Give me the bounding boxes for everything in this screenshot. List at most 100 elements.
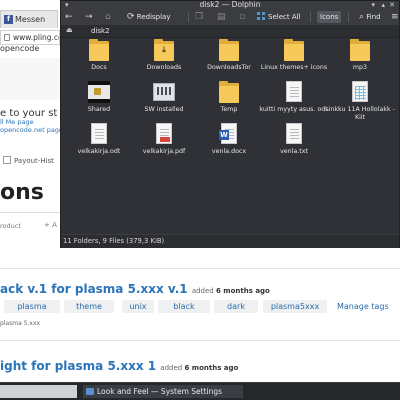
taskbar-item-label: Look and Feel — System Settings — [97, 387, 223, 396]
close-icon[interactable]: ✕ — [389, 1, 395, 9]
folder-icon — [219, 39, 239, 61]
file-name: velkakirja.pdf — [142, 148, 186, 155]
toolbar-separator — [310, 12, 311, 22]
tag-black[interactable]: black — [158, 300, 210, 313]
bookmark-item[interactable]: opencode — [0, 44, 39, 53]
lock-icon — [4, 34, 10, 41]
folder-icon — [89, 39, 109, 61]
tag-theme[interactable]: theme — [64, 300, 114, 313]
text-file-icon — [284, 123, 304, 145]
divider — [0, 212, 60, 213]
file-name: mp3 — [352, 64, 368, 71]
delete-icon[interactable]: ▫ — [239, 11, 245, 23]
file-item[interactable]: velkakirja.pdf — [127, 123, 201, 171]
profile-link[interactable]: ll Me page — [0, 118, 34, 126]
meta-prefix: added — [191, 287, 214, 295]
taskbar-active-item[interactable] — [0, 385, 77, 398]
divider — [0, 340, 400, 341]
product-meta: added 6 months ago — [160, 364, 238, 372]
tag-plasma5xxx[interactable]: plasma5xxx — [263, 300, 327, 313]
tag-dark[interactable]: dark — [214, 300, 258, 313]
facebook-icon: f — [4, 15, 13, 24]
redisplay-button[interactable]: ⟳ Redisplay — [127, 11, 171, 23]
menu-icon[interactable]: ≡ — [391, 11, 399, 23]
divider — [0, 268, 400, 269]
meta-time: 6 months ago — [216, 287, 270, 295]
folder-icon — [284, 39, 304, 61]
file-item[interactable]: kuitti myyty asus. ods — [257, 81, 331, 129]
toolbar: ← → ⌂ ⟳ Redisplay ❐ ▤ ▫ Select All Icons… — [61, 9, 399, 25]
select-all-button[interactable]: Select All — [257, 11, 301, 23]
folder-download-icon: ⤓ — [154, 39, 174, 61]
file-name: DownloadsTor — [207, 64, 251, 71]
meta-time: 6 months ago — [184, 364, 239, 372]
file-item[interactable]: velkakirja.odt — [62, 123, 136, 171]
product-column-header[interactable]: roduct — [0, 222, 21, 230]
document-icon — [89, 123, 109, 145]
sw-image-icon — [153, 81, 175, 103]
minimize-icon[interactable]: ▾ — [371, 1, 375, 9]
file-item[interactable]: venla.txt — [257, 123, 331, 171]
manage-tags-link[interactable]: Manage tags — [337, 300, 389, 313]
dolphin-window: ▾ disk2 — Dolphin ▾ ▴ ✕ ← → ⌂ ⟳ Redispla… — [60, 0, 400, 248]
file-name: Linux themes+ icons — [260, 64, 328, 71]
opencode-link[interactable]: opencode.net page — [0, 126, 63, 134]
eject-icon[interactable]: ⏏ — [66, 26, 73, 34]
file-item[interactable]: Temp — [192, 81, 266, 129]
file-name: Linkku 11A Hollolakk - Kiit — [325, 106, 395, 121]
file-view: Docs ⤓ Downloads DownloadsTor Linux themes+ … — [61, 39, 399, 234]
product-title[interactable]: ack v.1 for plasma 5.xxx v.1 added 6 mon… — [0, 282, 270, 296]
folder-icon — [219, 81, 239, 103]
file-name: Docs — [91, 64, 107, 71]
file-item[interactable]: Wvenla.docx — [192, 123, 266, 171]
tag-list: Manage tags plasma theme unix black dark plas… — [0, 300, 400, 314]
add-product-button[interactable]: + A — [44, 221, 57, 229]
window-titlebar[interactable]: ▾ disk2 — Dolphin ▾ ▴ ✕ — [61, 0, 399, 9]
product-title[interactable]: ight for plasma 5.xxx 1 added 6 months a… — [0, 359, 238, 373]
file-item[interactable]: Shared — [62, 81, 136, 129]
file-name: Downloads — [146, 64, 182, 71]
select-all-label: Select All — [268, 13, 301, 21]
status-text: 11 Folders, 9 Files (379,3 KiB) — [63, 237, 165, 245]
file-name: Shared — [87, 106, 111, 113]
product-title-text[interactable]: ight for plasma 5.xxx 1 — [0, 359, 156, 373]
taskbar: Look and Feel — System Settings — [0, 382, 400, 400]
redisplay-label: Redisplay — [136, 13, 171, 21]
file-name: SW installed — [144, 106, 184, 113]
product-title-text[interactable]: ack v.1 for plasma 5.xxx v.1 — [0, 282, 188, 296]
file-name: kuitti myyty asus. ods — [259, 106, 329, 113]
spreadsheet-icon — [350, 81, 370, 103]
file-name: venla.txt — [280, 148, 308, 155]
maximize-icon[interactable]: ▴ — [381, 1, 385, 9]
system-settings-icon — [86, 388, 94, 395]
tag-plasma[interactable]: plasma — [4, 300, 60, 313]
forward-icon[interactable]: → — [85, 11, 93, 23]
file-name: velkakirja.odt — [77, 148, 121, 155]
paste-icon[interactable]: ▤ — [217, 11, 226, 23]
location-bar[interactable]: ⏏ disk2 — [61, 25, 399, 38]
tag-unix[interactable]: unix — [122, 300, 154, 313]
copy-icon[interactable]: ❐ — [195, 11, 203, 23]
reload-icon: ⟳ — [127, 12, 135, 22]
file-item[interactable]: Linkku 11A Hollolakk - Kiit — [323, 81, 397, 129]
icons-view-button[interactable]: Icons — [317, 11, 342, 23]
shared-image-icon — [88, 81, 110, 103]
file-item[interactable]: Docs — [62, 39, 136, 87]
url-bar[interactable]: www.pling.com — [0, 30, 60, 45]
folder-icon — [350, 39, 370, 61]
file-name: Temp — [220, 106, 238, 113]
up-icon[interactable]: ⌂ — [105, 11, 111, 23]
file-item[interactable]: ⤓ Downloads — [127, 39, 201, 87]
find-button[interactable]: ⌕ Find — [359, 11, 381, 23]
file-item[interactable]: DownloadsTor — [192, 39, 266, 87]
meta-prefix: added — [160, 364, 183, 372]
file-item[interactable]: mp3 — [323, 39, 397, 87]
tiny-tags: plasma 5.xxx — [0, 320, 41, 327]
payout-history-link[interactable]: Payout-Hist — [3, 156, 54, 165]
back-icon[interactable]: ← — [65, 11, 73, 23]
file-item[interactable]: SW installed — [127, 81, 201, 129]
file-item[interactable]: Linux themes+ icons — [257, 39, 331, 87]
location-path[interactable]: disk2 — [91, 27, 110, 35]
taskbar-item[interactable]: Look and Feel — System Settings — [83, 385, 243, 398]
browser-tab[interactable]: f Messen — [0, 10, 58, 28]
